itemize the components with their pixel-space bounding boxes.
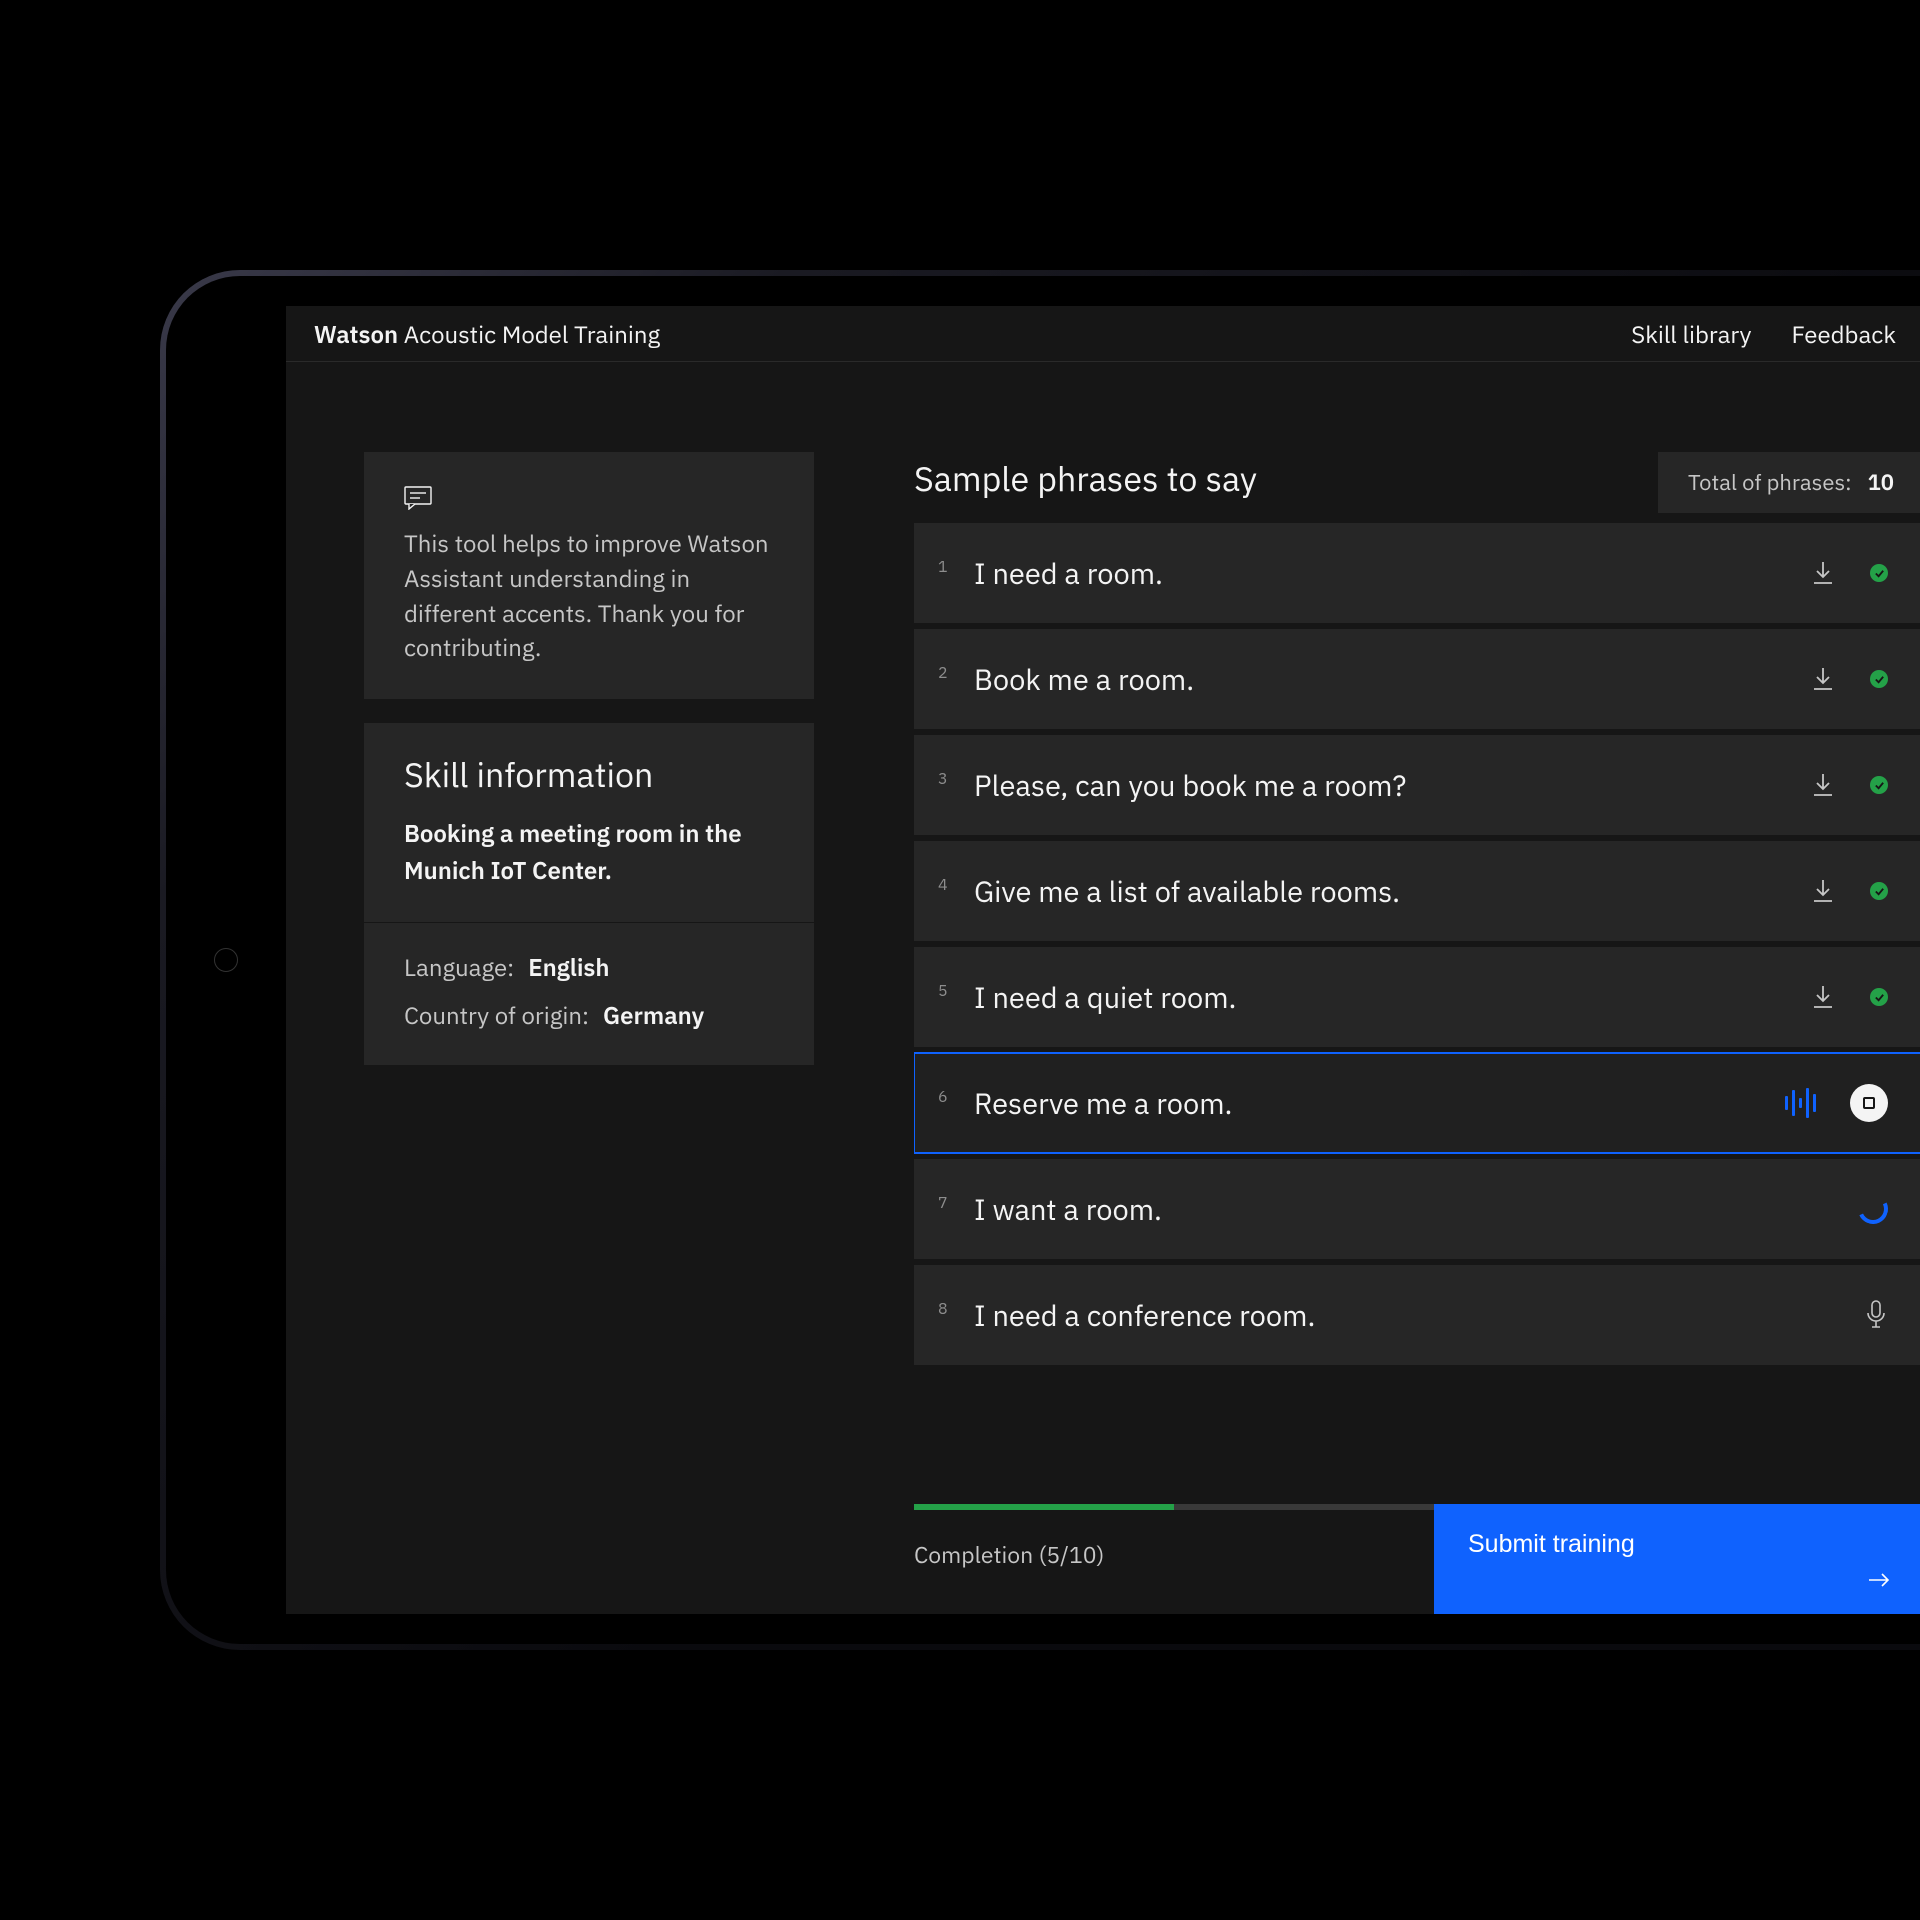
loading-spinner-icon: [1854, 1190, 1892, 1228]
phrase-text: Give me a list of available rooms.: [962, 872, 1810, 910]
country-value: Germany: [603, 999, 704, 1031]
submit-label: Submit training: [1468, 1530, 1635, 1559]
phrase-number: 6: [938, 1053, 962, 1107]
waveform-icon: [1785, 1087, 1816, 1119]
download-icon[interactable]: [1810, 878, 1836, 904]
phrase-number: 3: [938, 735, 962, 789]
intro-card: This tool helps to improve Watson Assist…: [364, 452, 814, 699]
phrase-number: 2: [938, 629, 962, 683]
phrase-row[interactable]: 3 Please, can you book me a room?: [914, 735, 1920, 835]
phrase-text: Book me a room.: [962, 660, 1810, 698]
phrase-row[interactable]: 5 I need a quiet room.: [914, 947, 1920, 1047]
skill-name: Booking a meeting room in the Munich IoT…: [404, 815, 774, 889]
top-bar: Watson Acoustic Model Training Skill lib…: [286, 306, 1920, 362]
stop-recording-button[interactable]: [1850, 1084, 1888, 1122]
home-button[interactable]: [214, 948, 238, 972]
app-title: Watson Acoustic Model Training: [314, 318, 660, 350]
intro-text: This tool helps to improve Watson Assist…: [404, 526, 774, 665]
language-value: English: [528, 951, 609, 983]
nav-skill-library[interactable]: Skill library: [1631, 318, 1751, 350]
phrase-row[interactable]: 8 I need a conference room.: [914, 1265, 1920, 1365]
completion-label: Completion (5/10): [914, 1540, 1104, 1570]
total-phrases-pill: Total of phrases: 10: [1658, 452, 1920, 513]
app-screen: Watson Acoustic Model Training Skill lib…: [286, 306, 1920, 1614]
phrase-number: 8: [938, 1265, 962, 1319]
phrase-row[interactable]: 1 I need a room.: [914, 523, 1920, 623]
phrase-row[interactable]: 4 Give me a list of available rooms.: [914, 841, 1920, 941]
phrase-text: Reserve me a room.: [962, 1084, 1785, 1122]
tablet-frame: Watson Acoustic Model Training Skill lib…: [160, 270, 1920, 1650]
chat-icon: [404, 486, 432, 510]
phrase-number: 1: [938, 523, 962, 577]
status-done-icon: [1870, 670, 1888, 688]
nav-feedback[interactable]: Feedback: [1791, 318, 1896, 350]
submit-training-button[interactable]: Submit training: [1434, 1504, 1920, 1614]
country-label: Country of origin:: [404, 999, 589, 1031]
microphone-icon[interactable]: [1864, 1299, 1888, 1331]
phrase-text: I want a room.: [962, 1190, 1858, 1228]
download-icon[interactable]: [1810, 772, 1836, 798]
status-done-icon: [1870, 564, 1888, 582]
phrase-number: 5: [938, 947, 962, 1001]
brand-name: Watson: [314, 318, 398, 350]
download-icon[interactable]: [1810, 666, 1836, 692]
phrase-text: I need a conference room.: [962, 1296, 1864, 1334]
skill-section-title: Skill information: [404, 753, 774, 797]
phrase-list: 1 I need a room. 2 Book me a room. 3 Ple…: [914, 523, 1920, 1614]
phrase-text: Please, can you book me a room?: [962, 766, 1810, 804]
phrase-text: I need a quiet room.: [962, 978, 1810, 1016]
language-label: Language:: [404, 951, 514, 983]
download-icon[interactable]: [1810, 560, 1836, 586]
total-label: Total of phrases:: [1688, 468, 1852, 497]
download-icon[interactable]: [1810, 984, 1836, 1010]
arrow-right-icon: [1868, 1572, 1890, 1588]
progress-track: [914, 1504, 1434, 1510]
phrase-row[interactable]: 2 Book me a room.: [914, 629, 1920, 729]
phrase-row[interactable]: 7 I want a room.: [914, 1159, 1920, 1259]
status-done-icon: [1870, 776, 1888, 794]
phrase-number: 4: [938, 841, 962, 895]
bottom-bar: Completion (5/10) Submit training: [914, 1504, 1920, 1614]
skill-info-card: Skill information Booking a meeting room…: [364, 723, 814, 1064]
total-value: 10: [1868, 468, 1894, 497]
phrase-text: I need a room.: [962, 554, 1810, 592]
status-done-icon: [1870, 988, 1888, 1006]
status-done-icon: [1870, 882, 1888, 900]
app-name: Acoustic Model Training: [404, 318, 660, 350]
progress-fill: [914, 1504, 1174, 1510]
phrase-row[interactable]: 6 Reserve me a room.: [914, 1053, 1920, 1153]
phrases-title: Sample phrases to say: [914, 457, 1658, 509]
phrase-number: 7: [938, 1159, 962, 1213]
